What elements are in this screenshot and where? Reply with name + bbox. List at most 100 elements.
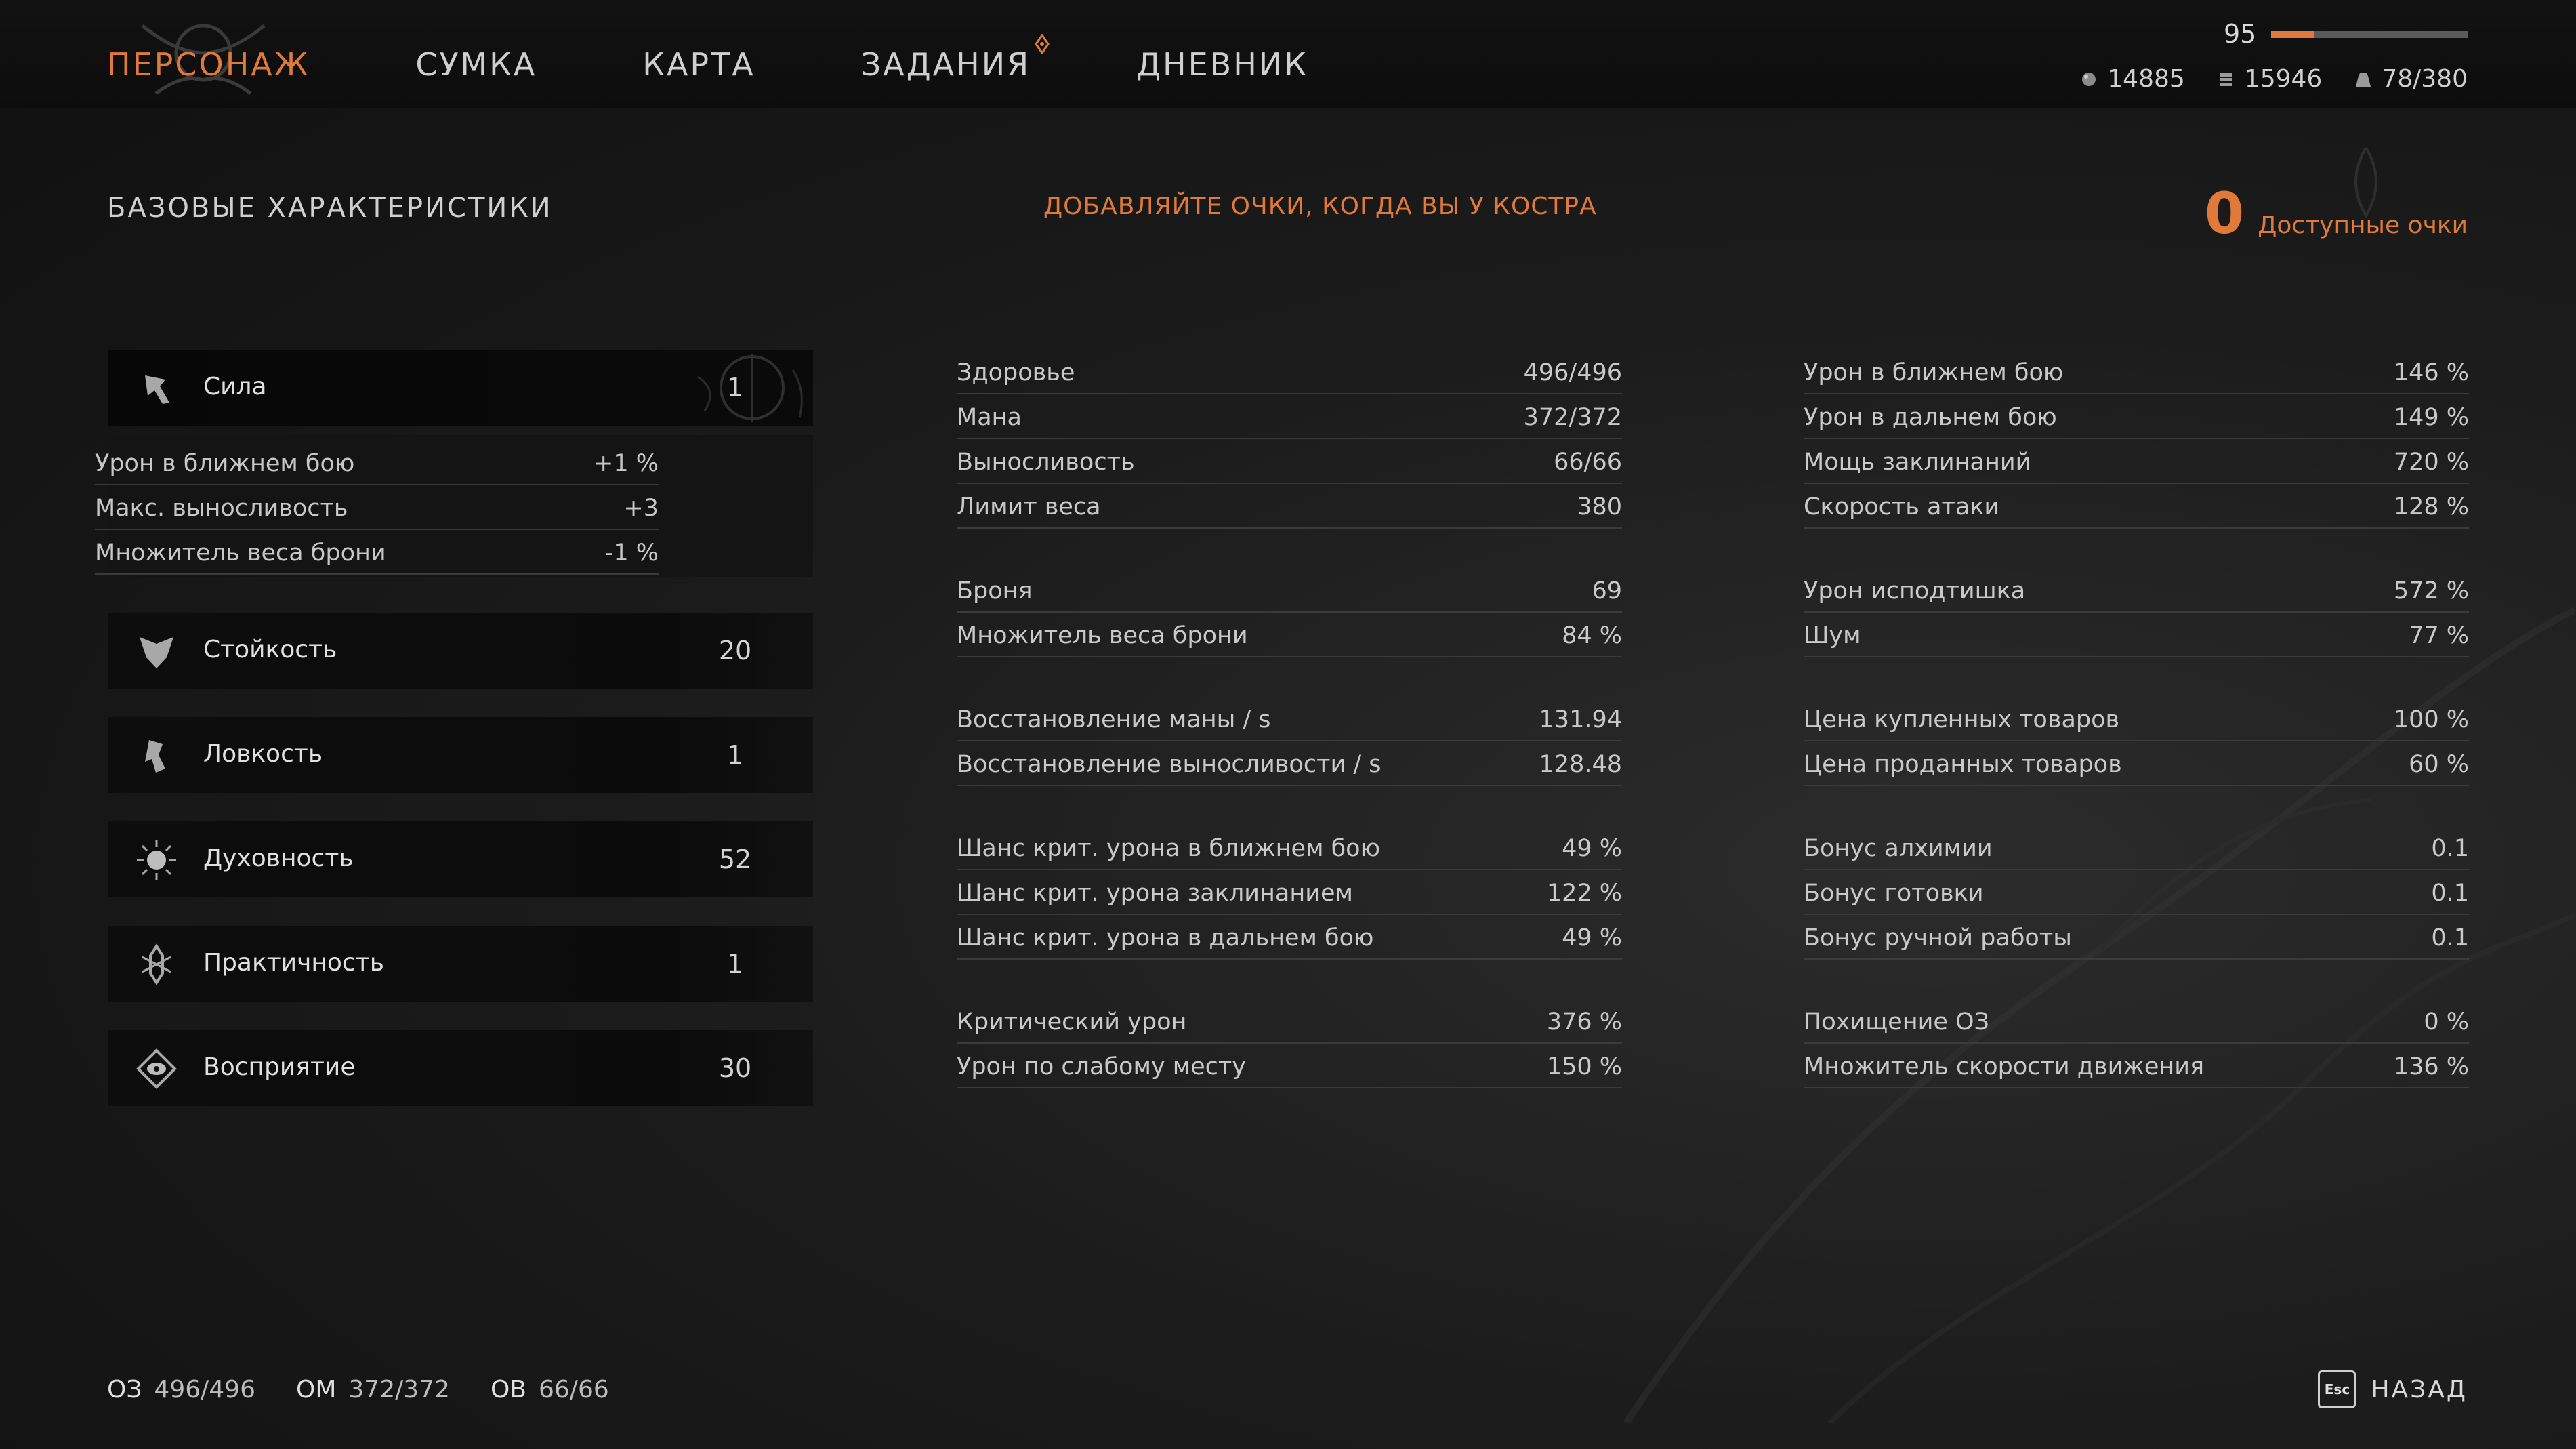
attribute-spirit[interactable]: Духовность 52: [108, 821, 813, 897]
available-points: 0 Доступные очки: [2205, 180, 2468, 247]
stat-value: 376 %: [1546, 1008, 1622, 1036]
stat-value: 380: [1577, 493, 1622, 521]
stat-row: Бонус ручной работы 0.1: [1804, 915, 2469, 960]
currency-bar: 14885 15946 78/380: [2080, 65, 2468, 93]
stat-label: Бонус готовки: [1804, 880, 1984, 907]
stat-row: Множитель скорости движения 136 %: [1804, 1044, 2469, 1088]
available-points-value: 0: [2204, 180, 2245, 247]
stat-label: Выносливость: [957, 449, 1135, 476]
stat-row: Броня 69: [957, 568, 1622, 613]
stat-label: Здоровье: [957, 359, 1075, 386]
stat-row: Бонус готовки 0.1: [1804, 870, 2469, 915]
attribute-practicality-name: Практичность: [203, 949, 384, 977]
currency-orbs-value: 14885: [2107, 65, 2185, 93]
stat-value: 60 %: [2409, 751, 2469, 778]
attribute-dexterity[interactable]: Ловкость 1: [108, 717, 813, 793]
stat-label: Лимит веса: [957, 493, 1101, 521]
stat-row: Скорость атаки 128 %: [1804, 484, 2469, 529]
stat-label: Бонус алхимии: [1804, 835, 1993, 862]
stat-label: Шанс крит. урона заклинанием: [957, 880, 1353, 907]
stat-row: Урон исподтишка 572 %: [1804, 568, 2469, 613]
footer-health-value: 496/496: [154, 1376, 255, 1404]
attribute-dexterity-name: Ловкость: [203, 740, 323, 768]
stat-label: Цена купленных товаров: [1804, 706, 2120, 733]
stat-row: Цена проданных товаров 60 %: [1804, 741, 2469, 786]
stat-value: 84 %: [1562, 622, 1622, 649]
stat-label: Множитель скорости движения: [1804, 1053, 2205, 1080]
strength-bonus-label: Урон в ближнем бою: [95, 450, 355, 477]
stat-row: Мощь заклинаний 720 %: [1804, 439, 2469, 484]
stat-label: Шанс крит. урона в дальнем бою: [957, 924, 1374, 952]
stat-label: Цена проданных товаров: [1804, 751, 2122, 778]
footer-health-label: ОЗ: [107, 1376, 142, 1404]
attribute-endurance-name: Стойкость: [203, 636, 337, 664]
stat-value: 66/66: [1554, 449, 1622, 476]
stat-label: Бонус ручной работы: [1804, 924, 2072, 952]
footer-stamina-value: 66/66: [539, 1376, 609, 1404]
stat-label: Шум: [1804, 622, 1861, 649]
stat-value: 150 %: [1546, 1053, 1622, 1080]
footer-stamina: ОВ 66/66: [491, 1376, 609, 1404]
attribute-strength-name: Сила: [203, 373, 267, 401]
stat-row: Здоровье 496/496: [957, 350, 1622, 394]
footer-status: ОЗ 496/496 ОМ 372/372 ОВ 66/66: [107, 1376, 650, 1404]
stat-row: Выносливость 66/66: [957, 439, 1622, 484]
stat-value: 100 %: [2393, 706, 2469, 733]
esc-key-icon: Esc: [2318, 1370, 2356, 1408]
footer-stamina-label: ОВ: [490, 1376, 526, 1404]
perception-icon: [136, 1048, 177, 1089]
stat-label: Множитель веса брони: [957, 622, 1248, 649]
back-button[interactable]: Esc НАЗАД: [2318, 1370, 2468, 1408]
stat-value: 149 %: [2393, 404, 2469, 431]
attribute-strength[interactable]: Сила 1: [108, 350, 813, 426]
stat-row: Восстановление выносливости / s 128.48: [957, 741, 1622, 786]
tab-quests[interactable]: ЗАДАНИЯ: [861, 34, 1050, 83]
stat-value: 136 %: [2393, 1053, 2469, 1080]
attribute-endurance-value: 20: [718, 636, 752, 666]
stat-row: Шанс крит. урона в ближнем бою 49 %: [957, 825, 1622, 870]
tab-character[interactable]: ПЕРСОНАЖ: [107, 46, 310, 83]
strength-bonus-row: Урон в ближнем бою +1 %: [95, 441, 659, 485]
strength-bonus-row: Множитель веса брони -1 %: [95, 530, 659, 575]
level-progress-bar: [2271, 31, 2468, 38]
attribute-practicality[interactable]: Практичность 1: [108, 926, 813, 1002]
footer-mana-label: ОМ: [295, 1376, 337, 1404]
stat-label: Урон в дальнем бою: [1804, 404, 2057, 431]
stat-row: Урон в ближнем бою 146 %: [1804, 350, 2469, 394]
attribute-perception[interactable]: Восприятие 30: [108, 1030, 813, 1106]
stat-value: 496/496: [1523, 359, 1622, 386]
coin-stack-icon: [2220, 73, 2232, 86]
stat-row: Урон в дальнем бою 149 %: [1804, 394, 2469, 439]
tab-journal[interactable]: ДНЕВНИК: [1136, 46, 1308, 83]
stat-value: 0.1: [2431, 835, 2469, 862]
stat-label: Мощь заклинаний: [1804, 449, 2031, 476]
currency-orbs: 14885: [2080, 65, 2185, 93]
stat-value: 131.94: [1539, 706, 1622, 733]
attribute-endurance[interactable]: Стойкость 20: [108, 613, 813, 689]
footer-health: ОЗ 496/496: [107, 1376, 255, 1404]
stat-value: 77 %: [2409, 622, 2469, 649]
carry-weight-value: 78/380: [2382, 65, 2468, 93]
stat-row: Урон по слабому месту 150 %: [957, 1044, 1622, 1088]
level-number: 95: [2224, 19, 2257, 49]
attribute-strength-value: 1: [726, 373, 744, 403]
attribute-practicality-value: 1: [726, 949, 744, 979]
stat-row: Мана 372/372: [957, 394, 1622, 439]
strength-bonus-value: +3: [623, 495, 659, 522]
stat-value: 128.48: [1539, 751, 1622, 778]
stat-label: Мана: [957, 404, 1022, 431]
stat-row: Шанс крит. урона в дальнем бою 49 %: [957, 915, 1622, 960]
stat-value: 720 %: [2393, 449, 2469, 476]
tab-map[interactable]: КАРТА: [642, 46, 755, 83]
strength-icon: [145, 375, 169, 404]
attribute-perception-value: 30: [718, 1053, 752, 1083]
stat-value: 128 %: [2393, 493, 2469, 521]
stat-value: 0.1: [2431, 924, 2469, 952]
available-points-label: Доступные очки: [2258, 211, 2468, 239]
stat-value: 49 %: [1562, 924, 1622, 952]
stat-value: 69: [1592, 577, 1622, 605]
stat-label: Урон по слабому месту: [957, 1053, 1246, 1080]
strength-bonus-value: +1 %: [594, 450, 659, 477]
page-title: БАЗОВЫЕ ХАРАКТЕРИСТИКИ: [107, 192, 553, 224]
tab-bag[interactable]: СУМКА: [415, 46, 537, 83]
